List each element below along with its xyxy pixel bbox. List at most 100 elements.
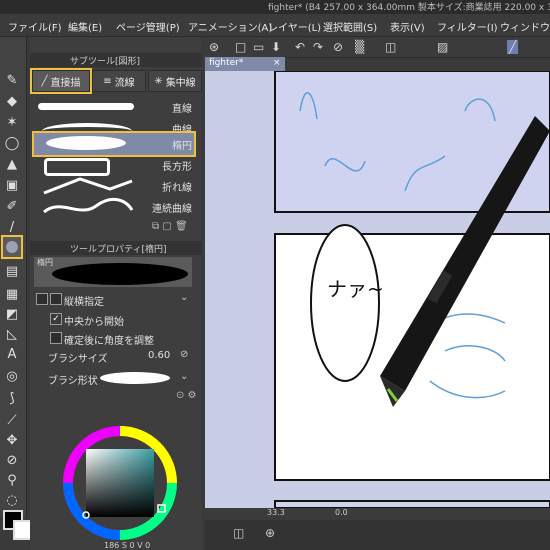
- chevron-down-icon[interactable]: ⌄: [180, 292, 188, 303]
- canvas-area[interactable]: ナァ~: [205, 70, 550, 509]
- aspect-checkbox[interactable]: [50, 293, 62, 305]
- adjust-angle-checkbox[interactable]: [50, 332, 62, 344]
- property-panel-header: ツールプロパティ[楕円]: [30, 241, 202, 255]
- tab-focus-line[interactable]: ✳ 集中線: [148, 70, 202, 92]
- new-file-icon[interactable]: □: [235, 40, 246, 54]
- brush-shape-row[interactable]: ブラシ形状 ⌄: [30, 369, 202, 387]
- title-bar: fighter* (B4 257.00 x 364.00mm 製本サイズ:商業誌…: [0, 0, 550, 14]
- menu-animation[interactable]: アニメーション(A): [188, 19, 272, 34]
- property-footer-icons[interactable]: ⊙ ⚙: [176, 390, 197, 401]
- tool-property-panel: ツールプロパティ[楕円] 楕円 縦横指定 ⌄ ✓ 中央から開始 確定後に角度を調…: [30, 237, 202, 409]
- line-stroke-preview: [38, 103, 134, 110]
- menu-file[interactable]: ファイル(F): [8, 19, 62, 34]
- document-tab[interactable]: fighter* ×: [205, 57, 285, 71]
- subtool-panel: サブツール[図形] ╱ 直接描 ≡ 流線 ✳ 集中線 直線 曲線 楕円 長方形 …: [30, 37, 202, 237]
- navigator-icon[interactable]: ⊕: [265, 526, 275, 540]
- clear-icon[interactable]: ⊘: [333, 40, 343, 54]
- ruler-snap-icon[interactable]: ╱: [507, 40, 519, 54]
- brush-item-continuous-curve[interactable]: 連続曲線: [34, 196, 194, 218]
- menu-edit[interactable]: 編集(E): [68, 19, 102, 34]
- focus-line-icon: ✳: [154, 75, 163, 87]
- figure-tool-icon[interactable]: [1, 235, 23, 259]
- brush-tool-icon[interactable]: ✐: [3, 197, 21, 215]
- center-start-row[interactable]: ✓ 中央から開始: [30, 310, 202, 328]
- tab-stream-line[interactable]: ≡ 流線: [92, 70, 146, 92]
- property-panel-title: ツールプロパティ[楕円]: [70, 245, 167, 255]
- fill-tool-icon[interactable]: ▲: [3, 155, 21, 173]
- magic-wand-icon[interactable]: ✶: [3, 113, 21, 131]
- line-tool-icon[interactable]: ◺: [3, 325, 21, 343]
- ruler-tool-icon[interactable]: ◩: [3, 305, 21, 323]
- eyedropper-icon[interactable]: ⊘: [3, 451, 21, 469]
- menu-layer[interactable]: レイヤー(L): [268, 19, 321, 34]
- color-wheel[interactable]: [62, 425, 178, 541]
- window-title: fighter* (B4 257.00 x 364.00mm 製本サイズ:商業誌…: [268, 3, 550, 13]
- bottom-panel: ◫ ⊕: [205, 520, 550, 550]
- manga-page[interactable]: ナァ~: [205, 70, 550, 509]
- stream-line-icon: ≡: [103, 75, 112, 87]
- open-file-icon[interactable]: ▭: [253, 40, 264, 54]
- menu-window[interactable]: ウィンドウ(W): [500, 19, 550, 34]
- pressure-icon[interactable]: ⊘: [180, 349, 188, 360]
- adjust-angle-row[interactable]: 確定後に角度を調整: [30, 329, 202, 347]
- menu-view[interactable]: 表示(V): [390, 19, 425, 34]
- angle-value[interactable]: 0.0: [335, 508, 348, 517]
- text-tool-icon[interactable]: A: [3, 345, 21, 363]
- brush-item-rectangle[interactable]: 長方形: [34, 154, 194, 176]
- menu-page[interactable]: ページ管理(P): [116, 19, 180, 34]
- brush-preview: 楕円: [34, 257, 192, 287]
- line-icon: ╱: [41, 75, 48, 87]
- subtool-footer-icons[interactable]: ⧉ ▢ 🗑: [152, 221, 188, 232]
- brush-item-polyline[interactable]: 折れ線: [34, 175, 194, 197]
- command-bar: ⊛ □ ▭ ⬇ ↶ ↷ ⊘ ▒ ◫ ▨ ╱: [205, 37, 550, 58]
- snap-icon[interactable]: ▨: [437, 40, 448, 54]
- ellipse-stroke-preview: [46, 136, 126, 150]
- undo-icon[interactable]: ↶: [295, 40, 305, 54]
- brush-item-ellipse[interactable]: 楕円: [32, 131, 196, 157]
- tab-direct-draw[interactable]: ╱ 直接描: [30, 68, 92, 94]
- layer-icon[interactable]: ◫: [233, 526, 244, 540]
- correct-line-icon[interactable]: ⟆: [3, 389, 21, 407]
- hsv-readout: 186 S 0 V 0: [104, 541, 151, 550]
- menu-selection[interactable]: 選択範囲(S): [323, 19, 377, 34]
- lasso-tool-icon[interactable]: ◯: [3, 134, 21, 152]
- brush-size-value[interactable]: 0.60: [148, 350, 170, 361]
- subtool-panel-header: サブツール[図形]: [30, 53, 202, 67]
- speech-text: ナァ~: [327, 277, 384, 301]
- subtool-tabs: ╱ 直接描 ≡ 流線 ✳ 集中線: [30, 68, 202, 94]
- redo-icon[interactable]: ↷: [313, 40, 323, 54]
- ellipse-preview-shape: [52, 263, 188, 285]
- blend-tool-icon[interactable]: ⟋: [3, 411, 21, 429]
- brush-item-line[interactable]: 直線: [34, 96, 194, 118]
- color-wheel-panel: 186 S 0 V 0: [30, 409, 202, 550]
- move-tool-icon[interactable]: ✥: [3, 431, 21, 449]
- eraser-tool-icon[interactable]: ◆: [3, 92, 21, 110]
- tool-strip: ✎ ◆ ✶ ◯ ▲ ▣ ✐ / ▤ ▦ ◩ ◺ A ◎ ⟆ ⟋ ✥ ⊘ ⚲ ◌: [0, 37, 27, 517]
- hand-tool-icon[interactable]: ◌: [3, 491, 21, 509]
- menu-bar: ファイル(F) 編集(E) ページ管理(P) アニメーション(A) レイヤー(L…: [0, 14, 550, 37]
- center-start-checkbox[interactable]: ✓: [50, 313, 62, 325]
- navigator-icon[interactable]: ⊛: [209, 40, 219, 54]
- gradient-tool-icon[interactable]: ▣: [3, 176, 21, 194]
- rectangle-stroke-preview: [44, 158, 110, 176]
- transform-icon[interactable]: ◫: [385, 40, 396, 54]
- brush-shape-preview[interactable]: [100, 372, 170, 384]
- pen-tool-icon[interactable]: ✎: [3, 71, 21, 89]
- selection-icon[interactable]: ▒: [355, 40, 364, 54]
- chevron-down-icon[interactable]: ⌄: [180, 371, 188, 382]
- balloon-tool-icon[interactable]: ◎: [3, 367, 21, 385]
- subtool-panel-title: サブツール[図形]: [70, 57, 141, 67]
- save-icon[interactable]: ⬇: [271, 40, 281, 54]
- aspect-toggle[interactable]: [36, 293, 48, 305]
- zoom-value[interactable]: 33.3: [267, 508, 285, 517]
- pattern-tool-icon[interactable]: ▦: [3, 285, 21, 303]
- pencil-tool-icon[interactable]: /: [3, 218, 21, 236]
- polyline-stroke-preview: [43, 177, 133, 195]
- brush-size-row[interactable]: ブラシサイズ 0.60 ⊘: [30, 347, 202, 365]
- close-tab-icon[interactable]: ×: [273, 58, 281, 68]
- zoom-tool-icon[interactable]: ⚲: [3, 471, 21, 489]
- frame-tool-icon[interactable]: ▤: [3, 262, 21, 280]
- menu-filter[interactable]: フィルター(I): [437, 19, 498, 34]
- aspect-row[interactable]: 縦横指定 ⌄: [30, 290, 202, 308]
- continuous-curve-stroke-preview: [43, 197, 134, 214]
